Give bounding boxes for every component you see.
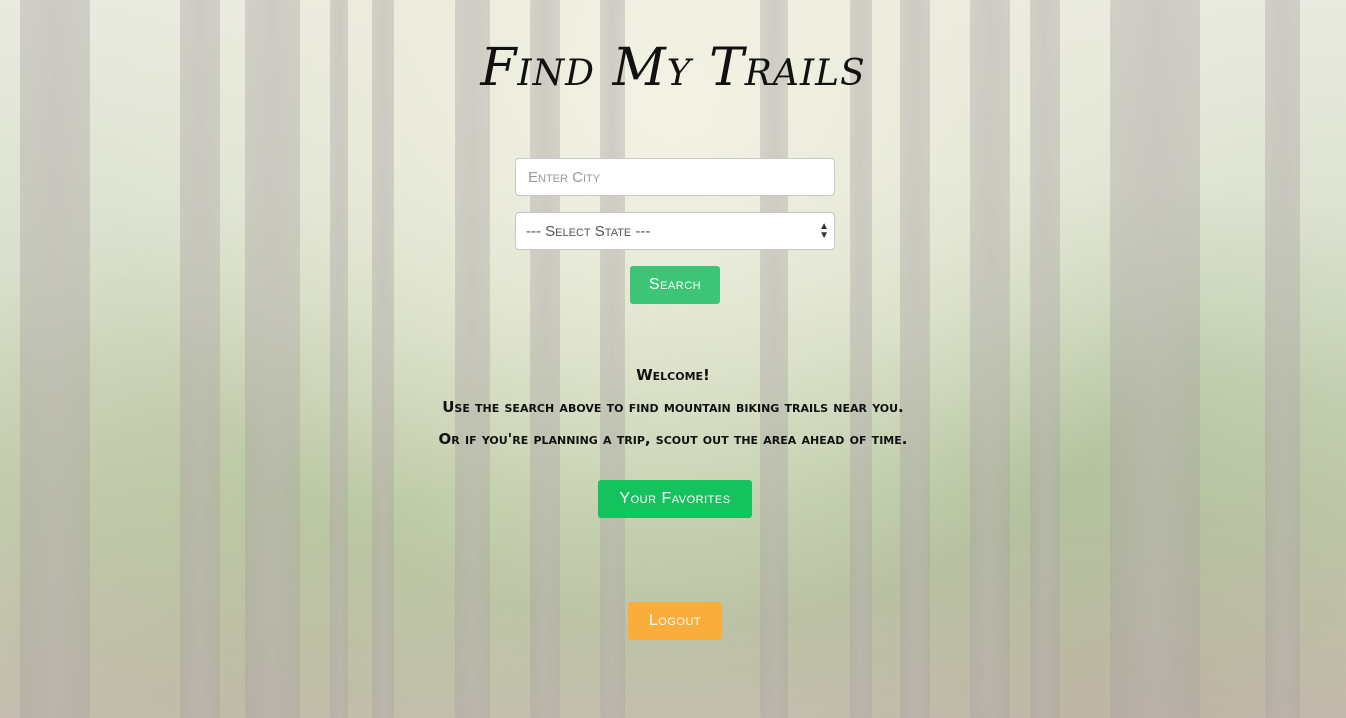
state-select[interactable]: --- Select State --- ▲ ▼: [515, 212, 835, 250]
search-button[interactable]: Search: [630, 266, 720, 304]
logout-button[interactable]: Logout: [628, 602, 722, 640]
main-content: Find My Trails --- Select State --- ▲▼ S…: [0, 0, 1346, 718]
page-title: Find My Trails: [480, 38, 866, 98]
your-favorites-button[interactable]: Your Favorites: [598, 480, 752, 518]
welcome-heading: Welcome!: [636, 366, 710, 384]
state-select-value: --- Select State ---: [526, 222, 651, 240]
up-down-arrows-icon: ▲ ▼: [819, 221, 829, 241]
welcome-line-2: Or if you're planning a trip, scout out …: [438, 430, 908, 448]
welcome-line-1: Use the search above to find mountain bi…: [442, 398, 904, 416]
city-input[interactable]: [515, 158, 835, 196]
